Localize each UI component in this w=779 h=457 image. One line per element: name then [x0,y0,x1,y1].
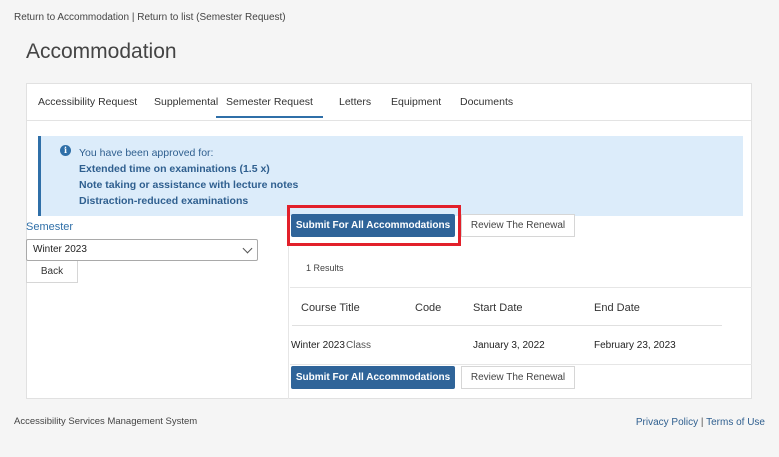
course-start-date: January 3, 2022 [473,340,545,351]
page-title: Accommodation [26,40,177,63]
table-row-divider [290,364,752,365]
footer-links: Privacy Policy | Terms of Use [636,417,765,428]
approval-lead: You have been approved for: [79,147,214,159]
column-header-end-date: End Date [594,302,640,314]
privacy-policy-link[interactable]: Privacy Policy [636,417,698,428]
tab-semester-request[interactable]: Semester Request [216,96,323,118]
highlight-box [287,205,461,246]
course-end-date: February 23, 2023 [594,340,676,351]
terms-of-use-link[interactable]: Terms of Use [706,417,765,428]
column-header-code: Code [415,302,442,314]
tab-supplemental[interactable]: Supplemental [154,96,218,108]
approved-accommodation-item: Distraction-reduced examinations [79,195,249,207]
approved-accommodation-item: Extended time on examinations (1.5 x) [79,163,270,175]
approval-info-box: i You have been approved for: Extended t… [38,136,743,216]
results-divider [290,287,752,288]
approval-info-text: You have been approved for: Extended tim… [79,145,298,209]
chevron-down-icon [242,243,253,254]
return-to-list-link[interactable]: Return to list (Semester Request) [137,12,285,23]
review-renewal-button-top[interactable]: Review The Renewal [461,214,575,237]
course-title-type: Class [346,340,372,351]
return-to-accommodation-link[interactable]: Return to Accommodation [14,12,129,23]
footer-separator: | [698,417,707,428]
breadcrumb-separator: | [129,12,138,23]
tab-bar: Accessibility Request Supplemental Semes… [27,84,751,121]
submit-all-accommodations-button-bottom[interactable]: Submit For All Accommodations [291,366,455,389]
course-title-term: Winter 2023 [291,340,345,351]
column-header-course-title: Course Title [301,302,360,314]
footer-system-name: Accessibility Services Management System [14,416,198,427]
review-renewal-button-bottom[interactable]: Review The Renewal [461,366,575,389]
results-count: 1 Results [306,263,344,273]
semester-selected-value: Winter 2023 [33,244,87,255]
approved-accommodation-item: Note taking or assistance with lecture n… [79,179,299,191]
column-divider [288,221,289,399]
tab-accessibility-request[interactable]: Accessibility Request [38,96,137,108]
semester-label: Semester [26,221,74,233]
column-header-start-date: Start Date [473,302,523,314]
breadcrumb: Return to Accommodation | Return to list… [14,12,286,23]
tab-documents[interactable]: Documents [460,96,513,108]
semester-select[interactable]: Winter 2023 [26,239,258,261]
tab-letters[interactable]: Letters [339,96,371,108]
back-button[interactable]: Back [26,261,78,283]
table-header-divider [292,325,722,326]
tab-equipment[interactable]: Equipment [391,96,441,108]
info-icon: i [60,145,71,156]
